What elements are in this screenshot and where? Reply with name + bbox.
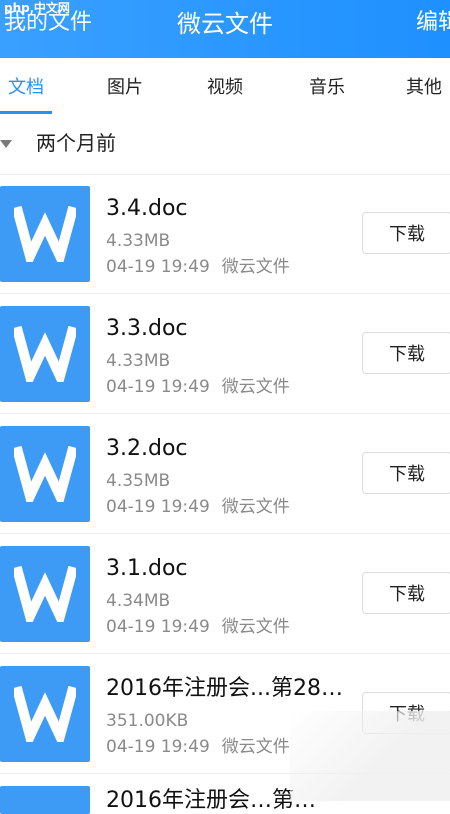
file-name: 3.3.doc	[106, 316, 188, 341]
file-size: 4.34MB	[106, 591, 171, 611]
file-size: 4.33MB	[106, 351, 171, 371]
tab-docs-label: 文档	[8, 77, 44, 98]
download-button[interactable]: 下载	[362, 452, 450, 494]
list-item[interactable]: 3.1.doc 4.34MB 04-19 19:49 微云文件 下载	[0, 534, 450, 654]
download-button[interactable]: 下载	[362, 332, 450, 374]
word-icon	[0, 426, 90, 522]
tab-images-label: 图片	[107, 77, 143, 98]
edit-label: 编辑	[415, 10, 450, 35]
file-source: 微云文件	[221, 737, 290, 757]
download-button[interactable]: 下载	[362, 692, 450, 734]
file-meta: 04-19 19:49 微云文件	[106, 496, 290, 518]
tab-videos-label: 视频	[207, 77, 243, 98]
file-date: 04-19 19:49	[106, 617, 210, 637]
word-icon	[0, 546, 90, 642]
section-title: 两个月前	[36, 131, 116, 155]
list-item[interactable]: 2016年注册会…第…	[0, 774, 450, 814]
tab-music[interactable]: 音乐	[300, 58, 354, 114]
file-name: 3.1.doc	[106, 556, 188, 581]
download-button[interactable]: 下载	[362, 572, 450, 614]
list-item[interactable]: 3.3.doc 4.33MB 04-19 19:49 微云文件 下载	[0, 294, 450, 414]
file-name: 3.4.doc	[106, 196, 188, 221]
file-meta: 04-19 19:49 微云文件	[106, 256, 290, 278]
list-item[interactable]: 3.4.doc 4.33MB 04-19 19:49 微云文件 下载	[0, 174, 450, 294]
file-name: 2016年注册会...第28…	[106, 676, 343, 701]
tab-music-label: 音乐	[309, 77, 345, 98]
file-source: 微云文件	[221, 257, 290, 277]
word-icon	[0, 666, 90, 762]
list-item[interactable]: 2016年注册会...第28… 351.00KB 04-19 19:49 微云文件…	[0, 654, 450, 774]
file-source: 微云文件	[221, 617, 290, 637]
file-source: 微云文件	[221, 497, 290, 517]
file-size: 351.00KB	[106, 711, 189, 731]
tab-docs[interactable]: 文档	[0, 58, 52, 114]
word-icon	[0, 786, 90, 814]
page-title: 微云文件	[177, 10, 273, 38]
file-meta: 04-19 19:49 微云文件	[106, 616, 290, 638]
edit-button[interactable]: 编辑	[416, 10, 450, 36]
word-icon	[0, 186, 90, 282]
tab-images[interactable]: 图片	[100, 58, 150, 114]
file-date: 04-19 19:49	[106, 257, 210, 277]
file-source: 微云文件	[221, 377, 290, 397]
list-item[interactable]: 3.2.doc 4.35MB 04-19 19:49 微云文件 下载	[0, 414, 450, 534]
file-date: 04-19 19:49	[106, 377, 210, 397]
category-tabs: 文档 图片 视频 音乐 其他	[0, 58, 450, 115]
tab-others-label: 其他	[406, 77, 442, 98]
file-meta: 04-19 19:49 微云文件	[106, 736, 290, 758]
word-icon	[0, 306, 90, 402]
section-header[interactable]: 两个月前	[0, 114, 450, 175]
file-size: 4.33MB	[106, 231, 171, 251]
file-name: 3.2.doc	[106, 436, 188, 461]
tab-videos[interactable]: 视频	[198, 58, 252, 114]
file-date: 04-19 19:49	[106, 737, 210, 757]
tab-others[interactable]: 其他	[398, 58, 450, 114]
file-name: 2016年注册会…第…	[106, 788, 316, 813]
file-list: 3.4.doc 4.33MB 04-19 19:49 微云文件 下载 3.3.do…	[0, 174, 450, 814]
file-date: 04-19 19:49	[106, 497, 210, 517]
top-bar: 我的文件 php 中文网 微云文件 编辑	[0, 0, 450, 58]
download-button[interactable]: 下载	[362, 212, 450, 254]
file-meta: 04-19 19:49 微云文件	[106, 376, 290, 398]
caret-down-icon	[0, 140, 12, 148]
file-size: 4.35MB	[106, 471, 171, 491]
